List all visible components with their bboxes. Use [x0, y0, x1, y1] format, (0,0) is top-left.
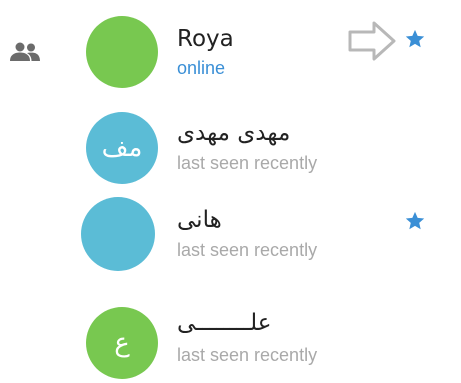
contact-row-mahdi[interactable]: مف مهدی مهدی last seen recently: [0, 100, 461, 190]
avatar: [81, 197, 155, 271]
contact-row-ali[interactable]: ع علــــــــی last seen recently: [0, 290, 461, 383]
contact-name: هانی: [177, 207, 222, 233]
star-icon[interactable]: [404, 28, 426, 50]
star-icon[interactable]: [404, 210, 426, 232]
contact-status: online: [177, 58, 226, 78]
contact-row-hani[interactable]: هانی last seen recently: [0, 190, 461, 280]
right-arrow-icon: [348, 21, 396, 61]
avatar: ع: [86, 307, 158, 379]
contact-name: علــــــــی: [177, 310, 272, 336]
contact-status: last seen recently: [177, 345, 318, 365]
contact-status: last seen recently: [177, 153, 318, 173]
contact-status: last seen recently: [177, 240, 318, 260]
contact-name: Roya: [177, 26, 234, 52]
contact-row-roya[interactable]: Roya online: [0, 0, 461, 100]
avatar: مف: [86, 112, 158, 184]
avatar: [86, 16, 158, 88]
contact-name: مهدی مهدی: [177, 120, 291, 146]
